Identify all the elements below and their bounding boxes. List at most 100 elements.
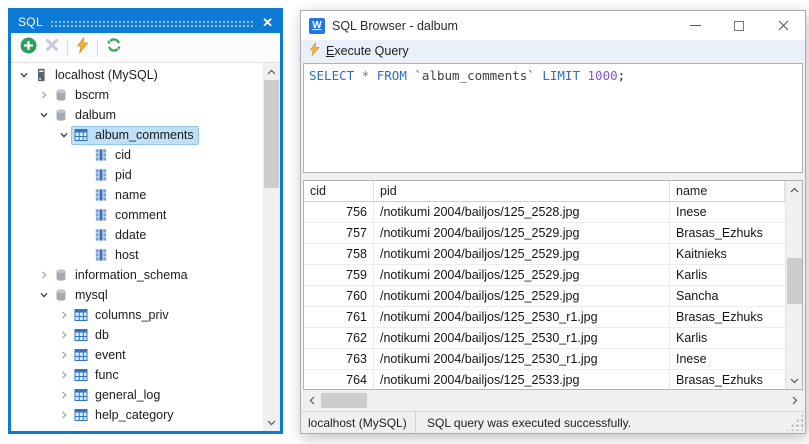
table-row[interactable]: 764/notikumi 2004/bailjos/125_2533.jpgBr… [304, 370, 785, 390]
table-row[interactable]: 761/notikumi 2004/bailjos/125_2530_r1.jp… [304, 307, 785, 328]
tree-item-localhost (MySQL)[interactable]: localhost (MySQL) [11, 65, 263, 85]
tree-item-content[interactable]: localhost (MySQL) [32, 67, 162, 84]
panel-titlebar[interactable]: SQL ✕ [11, 11, 280, 33]
tree-item-content[interactable]: comment [92, 207, 170, 224]
table-row[interactable]: 757/notikumi 2004/bailjos/125_2529.jpgBr… [304, 223, 785, 244]
grid-vertical-scrollbar[interactable] [785, 181, 802, 389]
chevron-right-icon[interactable] [55, 330, 72, 340]
tree-item-content[interactable]: event [72, 347, 130, 364]
cell-pid[interactable]: /notikumi 2004/bailjos/125_2530_r1.jpg [374, 307, 670, 327]
cell-pid[interactable]: /notikumi 2004/bailjos/125_2529.jpg [374, 223, 670, 243]
cell-name[interactable]: Brasas_Ezhuks [670, 370, 785, 390]
tree-item-content[interactable]: columns_priv [72, 307, 173, 324]
cell-cid[interactable]: 757 [304, 223, 374, 243]
chevron-right-icon[interactable] [55, 310, 72, 320]
cell-name[interactable]: Sancha [670, 286, 785, 306]
scroll-right-icon[interactable] [786, 392, 803, 409]
tree-item-content[interactable]: func [72, 367, 123, 384]
table-row[interactable]: 760/notikumi 2004/bailjos/125_2529.jpgSa… [304, 286, 785, 307]
table-row[interactable]: 758/notikumi 2004/bailjos/125_2529.jpgKa… [304, 244, 785, 265]
tree-item-dalbum[interactable]: dalbum [11, 105, 263, 125]
cell-pid[interactable]: /notikumi 2004/bailjos/125_2529.jpg [374, 265, 670, 285]
chevron-right-icon[interactable] [35, 90, 52, 100]
scroll-down-icon[interactable] [786, 372, 803, 389]
chevron-down-icon[interactable] [35, 290, 52, 300]
add-connection-button[interactable] [20, 37, 37, 59]
tree-item-content[interactable]: host [92, 247, 143, 264]
tree-item-content[interactable]: general_log [72, 387, 164, 404]
cell-cid[interactable]: 762 [304, 328, 374, 348]
cell-cid[interactable]: 758 [304, 244, 374, 264]
chevron-down-icon[interactable] [15, 70, 32, 80]
tree-item-db[interactable]: db [11, 325, 263, 345]
chevron-right-icon[interactable] [35, 270, 52, 280]
tree-item-bscrm[interactable]: bscrm [11, 85, 263, 105]
execute-button[interactable] [76, 37, 89, 59]
tree-item-content[interactable]: dalbum [52, 107, 120, 124]
cell-cid[interactable]: 764 [304, 370, 374, 390]
tree-scrollbar[interactable] [263, 63, 280, 431]
cell-pid[interactable]: /notikumi 2004/bailjos/125_2530_r1.jpg [374, 349, 670, 369]
scroll-up-icon[interactable] [786, 181, 803, 198]
column-header-cid[interactable]: cid [304, 181, 374, 201]
cell-pid[interactable]: /notikumi 2004/bailjos/125_2529.jpg [374, 244, 670, 264]
tree-item-func[interactable]: func [11, 365, 263, 385]
chevron-right-icon[interactable] [55, 390, 72, 400]
tree-item-content[interactable]: album_comments [72, 127, 198, 144]
refresh-button[interactable] [106, 37, 122, 58]
chevron-right-icon[interactable] [55, 410, 72, 420]
scroll-up-icon[interactable] [263, 63, 280, 80]
tree-item-columns_priv[interactable]: columns_priv [11, 305, 263, 325]
grid-horizontal-scrollbar[interactable] [303, 392, 803, 409]
cell-name[interactable]: Brasas_Ezhuks [670, 223, 785, 243]
cell-pid[interactable]: /notikumi 2004/bailjos/125_2533.jpg [374, 370, 670, 390]
cell-pid[interactable]: /notikumi 2004/bailjos/125_2528.jpg [374, 202, 670, 222]
tree-item-content[interactable]: help_category [72, 407, 178, 424]
tree-item-content[interactable]: bscrm [52, 87, 113, 104]
cell-name[interactable]: Karlis [670, 328, 785, 348]
resize-grip[interactable] [787, 415, 803, 431]
tree-item-pid[interactable]: pid [11, 165, 263, 185]
chevron-down-icon[interactable] [35, 110, 52, 120]
cell-cid[interactable]: 756 [304, 202, 374, 222]
horizontal-scroll-thumb[interactable] [321, 393, 367, 408]
cell-cid[interactable]: 759 [304, 265, 374, 285]
tree-item-event[interactable]: event [11, 345, 263, 365]
chevron-right-icon[interactable] [55, 370, 72, 380]
cell-name[interactable]: Inese [670, 202, 785, 222]
cell-cid[interactable]: 763 [304, 349, 374, 369]
maximize-button[interactable] [717, 11, 761, 40]
tree-scroll-thumb[interactable] [264, 80, 279, 188]
tree-item-general_log[interactable]: general_log [11, 385, 263, 405]
tree-item-host[interactable]: host [11, 245, 263, 265]
tree-item-comment[interactable]: comment [11, 205, 263, 225]
chevron-down-icon[interactable] [55, 130, 72, 140]
grid-scroll-thumb[interactable] [787, 258, 802, 304]
tree-item-album_comments[interactable]: album_comments [11, 125, 263, 145]
scroll-down-icon[interactable] [263, 414, 280, 431]
cell-cid[interactable]: 760 [304, 286, 374, 306]
table-row[interactable]: 762/notikumi 2004/bailjos/125_2530_r1.jp… [304, 328, 785, 349]
cell-name[interactable]: Kaitnieks [670, 244, 785, 264]
menu-execute-query[interactable]: Execute Query [326, 44, 409, 58]
tree-item-information_schema[interactable]: information_schema [11, 265, 263, 285]
table-row[interactable]: 763/notikumi 2004/bailjos/125_2530_r1.jp… [304, 349, 785, 370]
table-row[interactable]: 756/notikumi 2004/bailjos/125_2528.jpgIn… [304, 202, 785, 223]
sql-editor[interactable]: SELECT * FROM `album_comments` LIMIT 100… [303, 63, 803, 173]
tree-item-content[interactable]: mysql [52, 287, 112, 304]
tree-item-mysql[interactable]: mysql [11, 285, 263, 305]
window-titlebar[interactable]: W SQL Browser - dalbum [301, 11, 805, 40]
delete-button[interactable] [45, 38, 59, 57]
tree-item-content[interactable]: db [72, 327, 113, 344]
tree-item-ddate[interactable]: ddate [11, 225, 263, 245]
drag-grip[interactable] [50, 19, 255, 28]
tree-item-content[interactable]: pid [92, 167, 136, 184]
tree-item-content[interactable]: name [92, 187, 150, 204]
close-button[interactable] [761, 11, 805, 40]
tree-item-content[interactable]: ddate [92, 227, 150, 244]
column-header-name[interactable]: name [670, 181, 785, 201]
tree-item-help_category[interactable]: help_category [11, 405, 263, 425]
tree-item-cid[interactable]: cid [11, 145, 263, 165]
cell-name[interactable]: Brasas_Ezhuks [670, 307, 785, 327]
tree-item-name[interactable]: name [11, 185, 263, 205]
